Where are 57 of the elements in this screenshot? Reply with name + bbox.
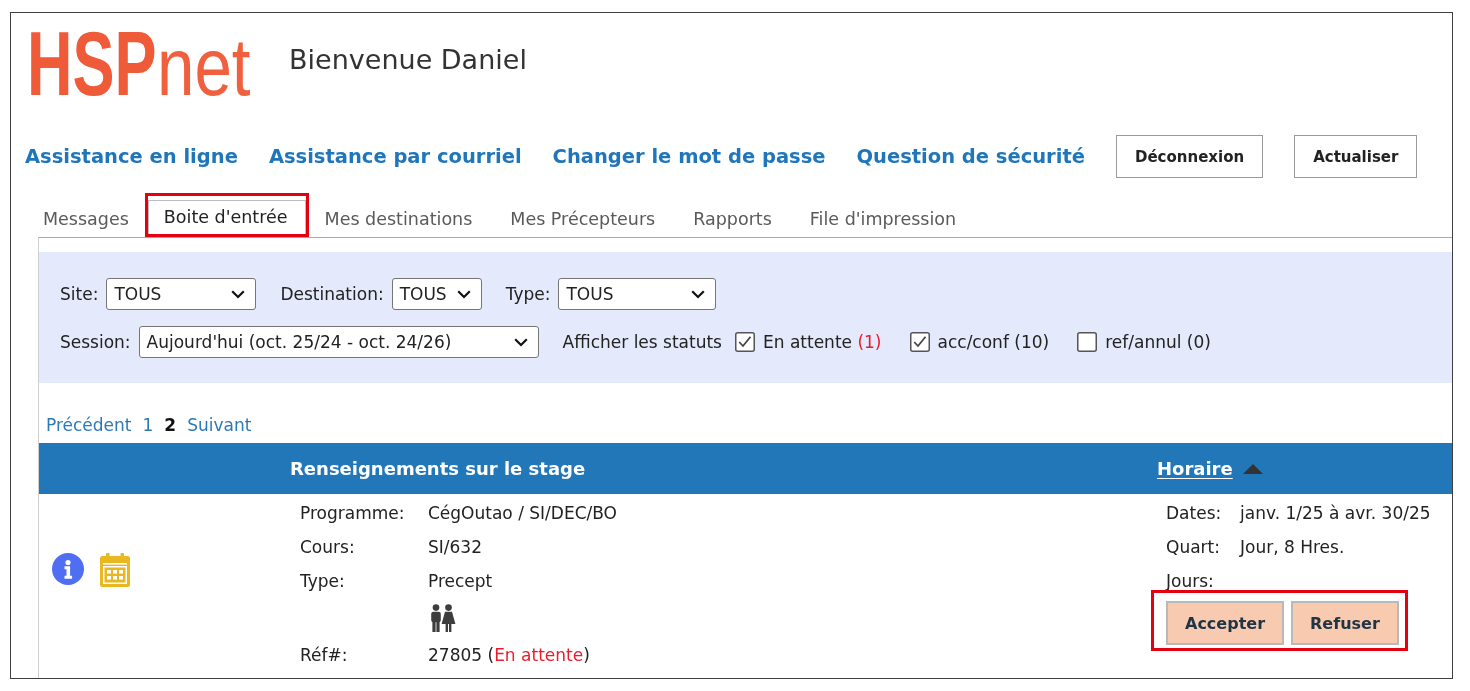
logo: HSPnet: [27, 31, 252, 97]
checkbox[interactable]: [909, 332, 930, 352]
tab[interactable]: Rapports: [674, 200, 791, 237]
field-label: Dates:: [1166, 503, 1223, 523]
field-value: Jour, 8 Hres.: [1240, 537, 1345, 557]
column-heading: Renseignements sur le stage: [290, 458, 586, 479]
chevron-down-icon: [231, 289, 246, 299]
chevron-down-icon: [513, 337, 528, 347]
pagination-link[interactable]: 2: [164, 413, 177, 437]
column-heading[interactable]: Horaire: [1157, 458, 1233, 479]
pagination-link[interactable]: Suivant: [187, 413, 252, 437]
pagination-link[interactable]: 1: [142, 413, 154, 437]
field-value: SI/632: [428, 537, 482, 557]
filter-select[interactable]: TOUS: [391, 278, 482, 310]
nav-link[interactable]: Changer le mot de passe: [552, 145, 826, 168]
filter-select[interactable]: TOUS: [558, 278, 717, 310]
field-value: CégOutao / SI/DEC/BO: [428, 503, 617, 523]
nav-link[interactable]: Question de sécurité: [856, 145, 1085, 168]
status-label: acc/conf (10): [937, 332, 1050, 352]
tab[interactable]: File d'impression: [790, 200, 976, 237]
info-icon[interactable]: [52, 553, 84, 585]
tab[interactable]: Mes destinations: [305, 200, 492, 237]
filter-label: Session:: [60, 332, 131, 352]
field-label: Quart:: [1166, 537, 1221, 557]
status-filter-label: Afficher les statuts: [562, 332, 722, 352]
field-label: Cours:: [300, 537, 356, 557]
chevron-down-icon: [456, 289, 471, 299]
filter-label: Site:: [60, 284, 99, 304]
nav-link[interactable]: Assistance en ligne: [25, 145, 238, 168]
welcome-heading: Bienvenue Daniel: [289, 44, 527, 76]
sort-up-icon[interactable]: [1242, 463, 1263, 474]
people-icon: [428, 604, 456, 632]
field-value: Precept: [428, 571, 493, 591]
chevron-down-icon: [691, 289, 706, 299]
action-button[interactable]: Refuser: [1291, 601, 1399, 645]
session-select[interactable]: Aujourd'hui (oct. 25/24 - oct. 24/26): [138, 326, 539, 358]
status-label: ref/annul (0): [1105, 332, 1211, 352]
pagination-link[interactable]: Précédent: [46, 413, 132, 437]
filter-label: Destination:: [280, 284, 384, 304]
field-label: Type:: [300, 571, 346, 591]
field-label: Jours:: [1166, 571, 1215, 591]
action-button[interactable]: Accepter: [1166, 601, 1285, 645]
field-value: janv. 1/25 à avr. 30/25: [1240, 503, 1431, 523]
checkbox[interactable]: [1077, 332, 1098, 352]
checkbox[interactable]: [735, 332, 755, 352]
header-button[interactable]: Actualiser: [1294, 135, 1418, 178]
filter-label: Type:: [505, 284, 551, 304]
field-value: 27805 (En attente): [428, 645, 590, 665]
nav-link[interactable]: Assistance par courriel: [268, 145, 522, 168]
field-label: Réf#:: [300, 645, 349, 665]
tab[interactable]: Boite d'entrée: [147, 200, 306, 234]
tab[interactable]: Messages: [24, 200, 148, 237]
status-label: En attente (1): [763, 332, 882, 352]
field-label: Programme:: [300, 503, 406, 523]
filter-select[interactable]: TOUS: [106, 278, 257, 310]
header-button[interactable]: Déconnexion: [1115, 135, 1264, 178]
tab[interactable]: Mes Précepteurs: [491, 200, 675, 237]
